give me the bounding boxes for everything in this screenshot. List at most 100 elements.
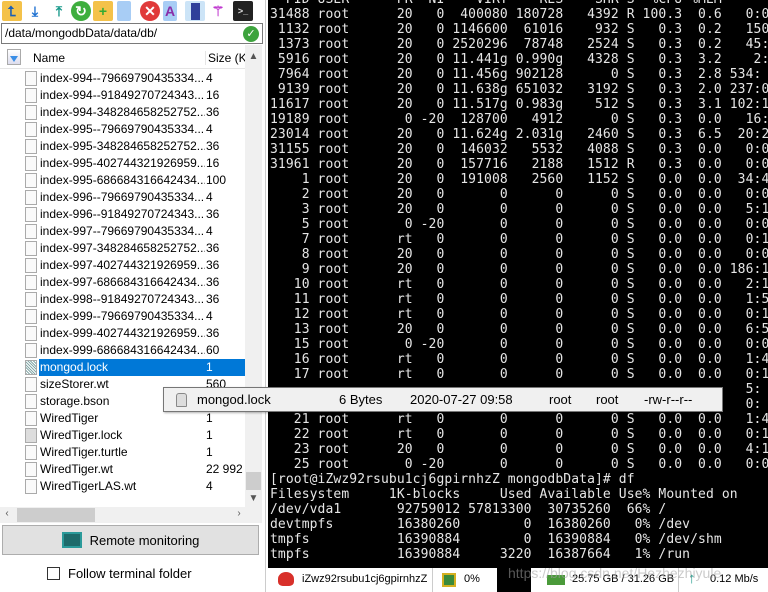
- terminal-line: 1 root 20 0 191008 2560 1152 S 0.0 0.0 3…: [270, 172, 768, 187]
- file-size: 36: [206, 105, 220, 119]
- scroll-right-icon[interactable]: ›: [232, 508, 246, 519]
- file-size: 4: [206, 71, 213, 85]
- list-header: Name Size (KB: [0, 45, 245, 69]
- checkmark-icon[interactable]: ✓: [243, 26, 259, 42]
- file-row[interactable]: index-994-348284658252752... 36: [0, 104, 245, 121]
- file-row[interactable]: index-995-402744321926959... 16: [0, 155, 245, 172]
- file-icon: [25, 445, 37, 460]
- file-size: 36: [206, 241, 220, 255]
- file-icon: [25, 479, 37, 494]
- terminal-line: 25 root 0 -20 0 0 0 S 0.0 0.0 0:0: [270, 457, 768, 472]
- tooltip-size: 6 Bytes: [339, 392, 383, 407]
- file-row[interactable]: WiredTiger.lock 1: [0, 427, 245, 444]
- terminal-line: tmpfs 16390884 3220 16387664 1% /run: [270, 547, 691, 562]
- file-row[interactable]: index-997-686684316642434... 36: [0, 274, 245, 291]
- tooltip-group: root: [596, 392, 619, 407]
- terminal-line: 9139 root 20 0 11.638g 651032 3192 S 0.3…: [270, 82, 768, 97]
- terminal-line: 1132 root 20 0 1146600 61016 932 S 0.3 0…: [270, 22, 768, 37]
- file-row[interactable]: index-998--91849270724343... 36: [0, 291, 245, 308]
- terminal-line: 22 root rt 0 0 0 0 S 0.0 0.0 0:1: [270, 427, 768, 442]
- folder-up-icon[interactable]: ⮤: [2, 1, 22, 21]
- file-size: 36: [206, 258, 220, 272]
- file-name: index-996--79669790435334...: [40, 190, 205, 204]
- file-row[interactable]: WiredTiger.turtle 1: [0, 444, 245, 461]
- file-icon: [25, 207, 37, 222]
- file-row[interactable]: index-994--91849270724343... 16: [0, 87, 245, 104]
- file-row[interactable]: index-995-348284658252752... 36: [0, 138, 245, 155]
- file-row[interactable]: index-997-402744321926959... 36: [0, 257, 245, 274]
- file-size: 1: [206, 360, 213, 374]
- file-row[interactable]: WiredTigerLAS.wt 4: [0, 478, 245, 495]
- file-name: mongod.lock: [39, 359, 245, 376]
- upload-icon[interactable]: ⤒: [49, 1, 69, 21]
- terminal-line: 5916 root 20 0 11.441g 0.990g 4328 S 0.3…: [270, 52, 768, 67]
- scroll-left-icon[interactable]: ‹: [0, 508, 14, 519]
- terminal-line: 10 root rt 0 0 0 0 S 0.0 0.0 2:1: [270, 277, 768, 292]
- scroll-thumb-horizontal[interactable]: [17, 508, 95, 522]
- file-row[interactable]: mongod.lock 1: [0, 359, 245, 376]
- file-list: Name Size (KB index-994--79669790435334.…: [0, 45, 262, 523]
- terminal[interactable]: PID USER PR NI VIRT RES SHR S %CPU %MEM3…: [268, 0, 768, 568]
- file-row[interactable]: WiredTiger 1: [0, 410, 245, 427]
- file-size: 4: [206, 479, 213, 493]
- file-row[interactable]: index-997--79669790435334... 4: [0, 223, 245, 240]
- file-row[interactable]: index-999-402744321926959... 36: [0, 325, 245, 342]
- lock-file-icon: [176, 393, 187, 407]
- file-row[interactable]: index-995-686684316642434... 100: [0, 172, 245, 189]
- status-cpu: 0%: [464, 573, 480, 585]
- checkbox[interactable]: [47, 567, 60, 580]
- terminal-line: devtmpfs 16380260 0 16380260 0% /dev: [270, 517, 691, 532]
- delete-icon[interactable]: ✕: [140, 1, 160, 21]
- file-browser-panel: ⮤ ⤓ ⤒ ↻ + ✕ A ⚚ >_ /data/mongodbData/dat…: [0, 0, 266, 592]
- file-name: index-994--91849270724343...: [40, 88, 205, 102]
- text-editor-icon[interactable]: A: [163, 1, 177, 21]
- terminal-icon[interactable]: >_: [233, 1, 253, 21]
- remote-monitoring-button[interactable]: Remote monitoring: [2, 525, 259, 555]
- scroll-up-icon[interactable]: ▲: [245, 51, 262, 62]
- file-row[interactable]: index-996--91849270724343... 36: [0, 206, 245, 223]
- file-row[interactable]: index-999-686684316642434... 60: [0, 342, 245, 359]
- download-icon[interactable]: ⤓: [25, 1, 45, 21]
- path-value: /data/mongodbData/data/db/: [5, 26, 158, 40]
- new-folder-icon[interactable]: +: [93, 1, 113, 21]
- file-row[interactable]: index-996--79669790435334... 4: [0, 189, 245, 206]
- file-row[interactable]: index-997-348284658252752... 36: [0, 240, 245, 257]
- terminal-line: 11 root rt 0 0 0 0 S 0.0 0.0 1:5: [270, 292, 768, 307]
- terminal-line: [root@iZwz92rsubu1cj6gpirnhzZ mongodbDat…: [270, 472, 635, 487]
- file-row[interactable]: index-994--79669790435334... 4: [0, 70, 245, 87]
- file-name: WiredTiger.wt: [40, 462, 113, 476]
- open-panel-icon[interactable]: [185, 1, 205, 21]
- terminal-line: 16 root rt 0 0 0 0 S 0.0 0.0 1:4: [270, 352, 768, 367]
- terminal-line: 9 root 20 0 0 0 0 S 0.0 0.0 186:1: [270, 262, 768, 277]
- vertical-scrollbar[interactable]: ▲ ▼: [245, 45, 262, 507]
- magic-wand-icon[interactable]: ⚚: [208, 1, 228, 21]
- file-name: index-998--91849270724343...: [40, 292, 205, 306]
- column-size[interactable]: Size (KB: [205, 51, 245, 65]
- file-icon: [25, 224, 37, 239]
- follow-terminal-folder-checkbox[interactable]: Follow terminal folder: [47, 566, 192, 581]
- terminal-line: 11617 root 20 0 11.517g 0.983g 512 S 0.3…: [270, 97, 768, 112]
- path-input[interactable]: /data/mongodbData/data/db/ ✓: [1, 23, 263, 44]
- refresh-icon[interactable]: ↻: [71, 1, 91, 21]
- column-name[interactable]: Name: [33, 51, 65, 65]
- terminal-line: 15 root 0 -20 0 0 0 S 0.0 0.0 0:0: [270, 337, 768, 352]
- file-name: index-995--79669790435334...: [40, 122, 205, 136]
- horizontal-scrollbar[interactable]: ‹ ›: [0, 507, 262, 523]
- file-size: 1: [206, 428, 213, 442]
- follow-terminal-folder-label: Follow terminal folder: [68, 566, 192, 581]
- new-file-icon[interactable]: [117, 1, 131, 21]
- file-icon: [25, 343, 37, 358]
- sort-icon[interactable]: [7, 49, 21, 65]
- file-size: 100: [206, 173, 227, 187]
- scroll-down-icon[interactable]: ▼: [245, 493, 262, 504]
- file-row[interactable]: index-995--79669790435334... 4: [0, 121, 245, 138]
- divider: [432, 568, 433, 592]
- file-row[interactable]: WiredTiger.wt 22 992: [0, 461, 245, 478]
- file-name: index-994-348284658252752...: [40, 105, 205, 119]
- file-row[interactable]: index-999--79669790435334... 4: [0, 308, 245, 325]
- file-name: index-997-402744321926959...: [40, 258, 205, 272]
- scroll-thumb[interactable]: [246, 472, 261, 490]
- tooltip-modified: 2020-07-27 09:58: [410, 392, 513, 407]
- file-icon: [25, 241, 37, 256]
- terminal-line: 23014 root 20 0 11.624g 2.031g 2460 S 0.…: [270, 127, 768, 142]
